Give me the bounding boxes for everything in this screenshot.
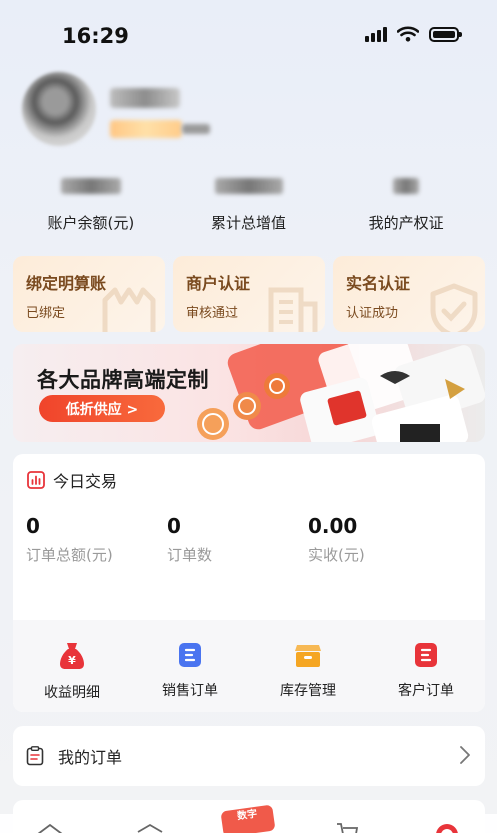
battery-icon (429, 26, 462, 42)
metric-value: 0 (26, 514, 40, 538)
signal-icon (365, 26, 387, 42)
banner-illustration (197, 344, 485, 442)
bind-account-card[interactable]: 绑定明算账 已绑定 (13, 256, 165, 332)
status-icons (365, 26, 462, 42)
building-icon (268, 287, 318, 332)
quick-actions: ¥ 收益明细 销售订单 库存管理 客户订单 (13, 620, 485, 712)
quick-action-earnings[interactable]: ¥ 收益明细 (13, 620, 131, 712)
stat-label: 我的产权证 (368, 214, 444, 232)
profile-header[interactable] (22, 72, 482, 162)
stat-property-certificates[interactable]: 我的产权证 (327, 172, 485, 242)
status-time: 16:29 (62, 24, 129, 48)
stat-label: 累计总增值 (211, 214, 287, 232)
avatar[interactable] (22, 72, 96, 146)
cart-icon[interactable] (336, 822, 360, 833)
metric-label: 订单总额(元) (26, 546, 113, 564)
metric-value: 0 (167, 514, 181, 538)
clipboard-icon (26, 746, 44, 766)
banner-headline: 各大品牌高端定制 (37, 368, 209, 392)
certification-cards: 绑定明算账 已绑定 商户认证 审核通过 实名认证 认证成功 (13, 256, 485, 332)
quick-action-inventory[interactable]: 库存管理 (249, 620, 367, 712)
member-badge-blurred (110, 120, 182, 138)
quick-action-label: 销售订单 (162, 683, 218, 699)
stat-value-blurred (214, 178, 283, 194)
stat-total-appreciation[interactable]: 累计总增值 (170, 172, 328, 242)
my-orders-row[interactable]: 我的订单 (13, 726, 485, 786)
status-bar: 16:29 (0, 0, 497, 70)
quick-action-label: 收益明细 (44, 685, 100, 701)
quick-action-sales-orders[interactable]: 销售订单 (131, 620, 249, 712)
bar-chart-icon (27, 471, 45, 489)
user-id-blurred (182, 124, 210, 134)
home-icon[interactable] (36, 822, 64, 833)
my-orders-title: 我的订单 (58, 748, 123, 767)
metric-order-count: 0 订单数 (167, 514, 212, 565)
svg-text:¥: ¥ (68, 654, 76, 667)
trade-metrics: 0 订单总额(元) 0 订单数 0.00 实收(元) (26, 514, 476, 574)
wifi-icon (397, 26, 419, 42)
list-doc-icon (415, 643, 437, 667)
stat-balance[interactable]: 账户余额(元) (12, 172, 170, 242)
promo-banner[interactable]: 各大品牌高端定制 低折供应 > (13, 344, 485, 442)
user-name-blurred (110, 88, 180, 108)
metric-value: 0.00 (308, 514, 358, 538)
trade-title: 今日交易 (53, 472, 118, 491)
quick-action-customer-orders[interactable]: 客户订单 (367, 620, 485, 712)
shield-check-icon (430, 283, 478, 332)
merchant-verification-card[interactable]: 商户认证 审核通过 (173, 256, 325, 332)
box-icon (295, 645, 321, 667)
stat-label: 账户余额(元) (47, 214, 135, 232)
bottom-tab-bar: 数字 (0, 804, 497, 833)
quick-action-label: 客户订单 (398, 683, 454, 699)
metric-received: 0.00 实收(元) (308, 514, 365, 565)
profile-tab-icon[interactable] (434, 822, 460, 833)
today-trade-card: 今日交易 0 订单总额(元) 0 订单数 0.00 实收(元) ¥ 收益明细 销… (13, 454, 485, 712)
category-icon[interactable] (136, 822, 164, 833)
real-name-verification-card[interactable]: 实名认证 认证成功 (333, 256, 485, 332)
trade-header: 今日交易 (27, 468, 117, 492)
stat-value-blurred (393, 178, 420, 194)
chevron-right-icon (460, 746, 470, 764)
stat-value-blurred (60, 178, 121, 194)
metric-label: 订单数 (167, 546, 213, 564)
money-bag-icon: ¥ (60, 643, 84, 669)
quick-action-label: 库存管理 (280, 683, 336, 699)
list-doc-icon (179, 643, 201, 667)
account-stats: 账户余额(元) 累计总增值 我的产权证 (12, 172, 485, 242)
storefront-icon (102, 287, 156, 332)
metric-label: 实收(元) (308, 546, 365, 564)
banner-cta-button[interactable]: 低折供应 > (39, 395, 165, 422)
metric-order-total: 0 订单总额(元) (26, 514, 113, 565)
